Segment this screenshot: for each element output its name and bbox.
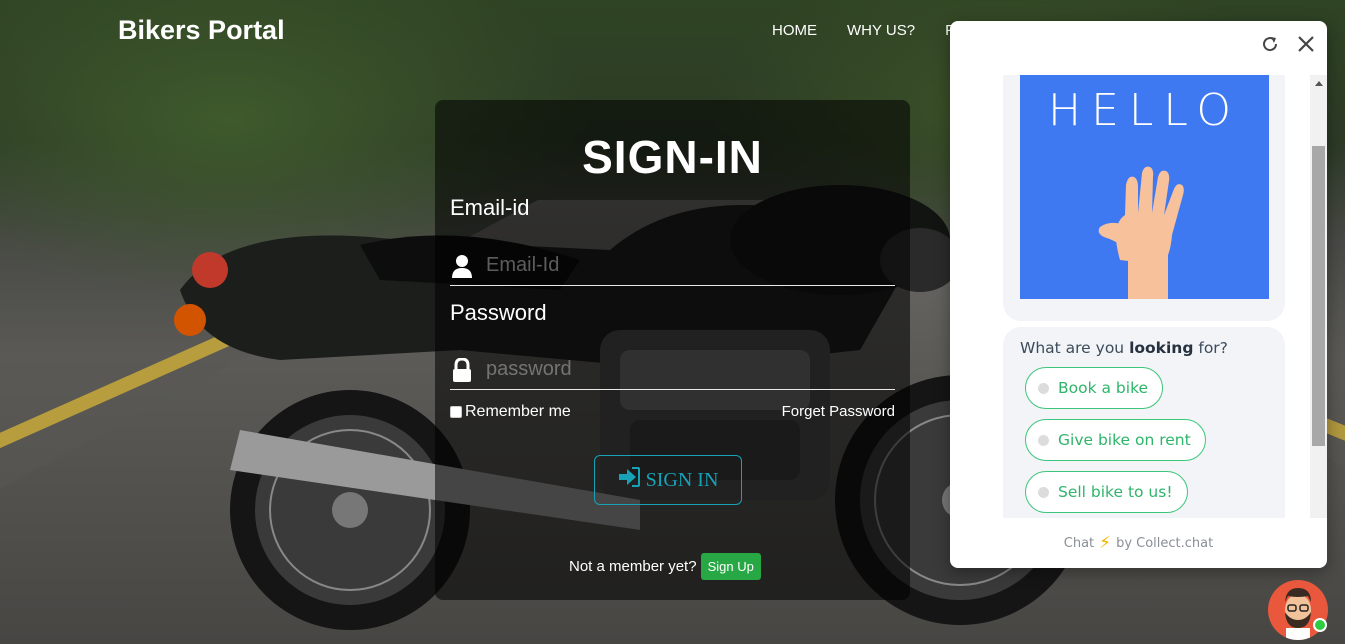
option-book-bike[interactable]: Book a bike: [1025, 367, 1164, 409]
option-label: Sell bike to us!: [1058, 483, 1173, 501]
not-member-text: Not a member yet?: [569, 558, 697, 575]
forget-password-link[interactable]: Forget Password: [782, 403, 895, 420]
option-label: Book a bike: [1058, 379, 1149, 397]
hello-image-text: HELLO: [1048, 85, 1241, 136]
collect-chat-credit[interactable]: by Collect.chat: [1116, 536, 1213, 551]
email-label: Email-id: [450, 195, 530, 220]
option-sell-bike[interactable]: Sell bike to us!: [1025, 471, 1188, 513]
remember-label: Remember me: [465, 403, 571, 420]
lock-icon: [450, 356, 474, 384]
close-icon[interactable]: [1297, 35, 1315, 57]
refresh-icon[interactable]: [1261, 35, 1279, 57]
question-text-end: for?: [1193, 339, 1228, 357]
remember-me[interactable]: Remember me: [450, 403, 571, 421]
chat-widget: HELLO What are you looking for? Book a b…: [950, 21, 1327, 568]
chat-footer-label: Chat: [1063, 535, 1095, 551]
signup-button[interactable]: Sign Up: [700, 553, 761, 580]
main-nav: HOME WHY US? P: [772, 22, 955, 39]
password-label: Password: [450, 300, 547, 325]
waving-hand-icon: [1098, 166, 1184, 299]
signup-row: Not a member yet? Sign Up: [569, 553, 761, 580]
radio-dot-icon: [1038, 434, 1049, 446]
nav-why-us[interactable]: WHY US?: [847, 22, 915, 39]
online-status-dot: [1313, 618, 1327, 632]
nav-home[interactable]: HOME: [772, 22, 817, 39]
remember-checkbox[interactable]: [450, 406, 462, 418]
chat-question-bubble: What are you looking for? Book a bike Gi…: [1003, 327, 1285, 518]
password-field-row: [450, 350, 895, 390]
option-label: Give bike on rent: [1058, 431, 1191, 449]
signin-title: SIGN-IN: [582, 131, 763, 183]
radio-dot-icon: [1038, 382, 1049, 394]
signin-button[interactable]: SIGN IN: [594, 455, 742, 505]
hello-image: HELLO: [1020, 75, 1269, 299]
email-field-row: [450, 246, 895, 286]
signin-card: SIGN-IN Email-id Password Remember me Fo…: [435, 100, 910, 600]
chat-question: What are you looking for?: [1020, 339, 1228, 357]
lightning-bolt-icon: ⚡: [1099, 533, 1112, 553]
sign-in-icon: [618, 467, 640, 493]
radio-dot-icon: [1038, 486, 1049, 498]
signin-button-label: SIGN IN: [645, 468, 719, 491]
option-give-bike-on-rent[interactable]: Give bike on rent: [1025, 419, 1206, 461]
user-icon: [450, 252, 474, 280]
chat-header: [1261, 35, 1315, 57]
password-input[interactable]: [486, 358, 866, 381]
chat-image-bubble: HELLO: [1003, 75, 1285, 321]
chat-scrollbar-thumb[interactable]: [1312, 146, 1325, 446]
question-text-bold: looking: [1129, 339, 1194, 357]
chat-footer: Chat ⚡ by Collect.chat: [950, 518, 1327, 568]
question-text-start: What are you: [1020, 339, 1130, 357]
brand-logo[interactable]: Bikers Portal: [118, 15, 285, 46]
scroll-up-arrow-icon[interactable]: [1315, 81, 1323, 86]
chat-messages: HELLO What are you looking for? Book a b…: [950, 75, 1327, 518]
email-input[interactable]: [486, 254, 866, 277]
